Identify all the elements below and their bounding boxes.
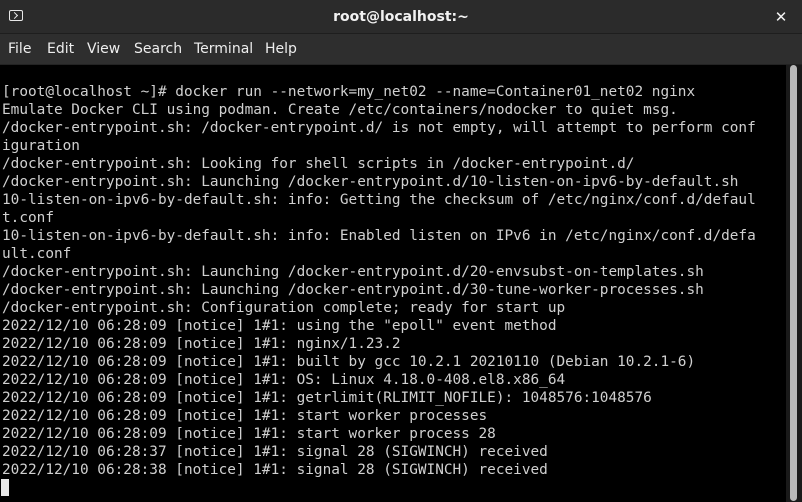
terminal-line: /docker-entrypoint.sh: Looking for shell… [2, 156, 635, 172]
terminal-line: /docker-entrypoint.sh: Launching /docker… [2, 282, 704, 298]
terminal-line: /docker-entrypoint.sh: Launching /docker… [2, 174, 739, 190]
terminal-output[interactable]: [root@localhost ~]# docker run --network… [0, 65, 786, 502]
title-bar[interactable]: root@localhost:~ ✕ [0, 0, 802, 34]
terminal-line: 2022/12/10 06:28:09 [notice] 1#1: getrli… [2, 390, 652, 406]
terminal-line: 2022/12/10 06:28:09 [notice] 1#1: start … [2, 408, 488, 424]
menu-terminal[interactable]: Terminal [194, 34, 253, 65]
terminal-line: 2022/12/10 06:28:37 [notice] 1#1: signal… [2, 444, 548, 460]
terminal-line: 2022/12/10 06:28:09 [notice] 1#1: using … [2, 318, 557, 334]
menu-file[interactable]: File [8, 34, 31, 65]
text-cursor [1, 479, 9, 496]
terminal-window: root@localhost:~ ✕ File Edit View Search… [0, 0, 802, 502]
menu-search[interactable]: Search [134, 34, 182, 65]
terminal-line: 10-listen-on-ipv6-by-default.sh: info: G… [2, 192, 756, 208]
vertical-scrollbar[interactable] [786, 65, 802, 502]
terminal-line: Emulate Docker CLI using podman. Create … [2, 102, 678, 118]
menu-view[interactable]: View [87, 34, 120, 65]
terminal-line: 2022/12/10 06:28:38 [notice] 1#1: signal… [2, 462, 548, 478]
scrollbar-thumb[interactable] [790, 65, 797, 501]
terminal-line: t.conf [2, 210, 54, 226]
menu-help[interactable]: Help [265, 34, 297, 65]
terminal-line: iguration [2, 138, 80, 154]
menu-edit[interactable]: Edit [47, 34, 74, 65]
terminal-line: 10-listen-on-ipv6-by-default.sh: info: E… [2, 228, 756, 244]
close-button[interactable]: ✕ [772, 8, 790, 26]
terminal-line: /docker-entrypoint.sh: /docker-entrypoin… [2, 120, 756, 136]
menu-bar: File Edit View Search Terminal Help [0, 34, 802, 65]
terminal-line: 2022/12/10 06:28:09 [notice] 1#1: built … [2, 354, 696, 370]
terminal-line: 2022/12/10 06:28:09 [notice] 1#1: start … [2, 426, 496, 442]
terminal-line: 2022/12/10 06:28:09 [notice] 1#1: OS: Li… [2, 372, 566, 388]
terminal-line: [root@localhost ~]# docker run --network… [2, 84, 696, 100]
terminal-line: /docker-entrypoint.sh: Launching /docker… [2, 264, 704, 280]
window-title: root@localhost:~ [333, 9, 469, 25]
terminal-line: /docker-entrypoint.sh: Configuration com… [2, 300, 566, 316]
terminal-line: ult.conf [2, 246, 72, 262]
terminal-line: 2022/12/10 06:28:09 [notice] 1#1: nginx/… [2, 336, 401, 352]
